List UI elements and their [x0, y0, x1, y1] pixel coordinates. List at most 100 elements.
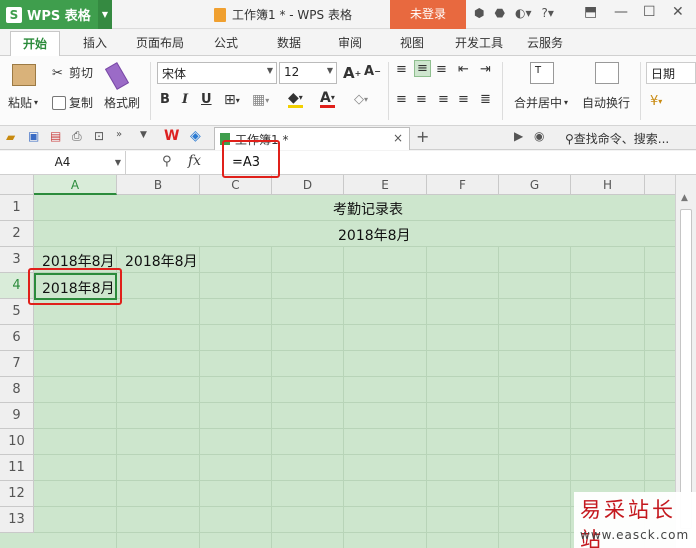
chevron-down-icon[interactable]: ▼ [98, 0, 112, 29]
format-painter-icon[interactable] [104, 62, 130, 90]
fill-color-icon[interactable]: ◆ ▾ [288, 90, 303, 108]
app-menu-button[interactable]: S WPS 表格 ▼ [0, 0, 112, 29]
indent-increase-icon[interactable]: ⇥ [480, 62, 491, 77]
print-preview-icon[interactable]: ⊡ [94, 129, 104, 143]
currency-icon[interactable]: ¥ ▾ [650, 94, 662, 109]
share-icon[interactable]: ◐▾ [515, 6, 532, 20]
column-header-d[interactable]: D [272, 175, 344, 195]
underline-button[interactable]: U [201, 92, 212, 107]
row-header-12[interactable]: 12 [0, 481, 34, 507]
paste-label: 粘贴 [8, 96, 33, 110]
wrap-text-icon[interactable] [595, 62, 619, 84]
merge-center-icon[interactable]: T [530, 62, 554, 84]
row-header-8[interactable]: 8 [0, 377, 34, 403]
minimize-icon[interactable]: — [614, 4, 628, 20]
italic-button[interactable]: I [182, 92, 188, 107]
wrap-text-button[interactable]: 自动换行 [582, 94, 630, 111]
settings-icon[interactable]: ⬣ [494, 6, 504, 20]
font-size-select[interactable]: 12 ▼ [279, 62, 337, 84]
bold-button[interactable]: B [160, 92, 170, 107]
save-icon[interactable]: ▣ [28, 129, 39, 143]
column-header-f[interactable]: F [427, 175, 499, 195]
print-icon[interactable]: ⎙ [72, 129, 82, 144]
restore-window-icon[interactable]: ⬒ [584, 4, 597, 20]
row-header-6[interactable]: 6 [0, 325, 34, 351]
zoom-icon[interactable]: ⚲ [162, 154, 172, 169]
column-header-h[interactable]: H [571, 175, 645, 195]
login-button[interactable]: 未登录 [390, 0, 466, 29]
help-icon[interactable]: ?▾ [541, 6, 553, 20]
name-box[interactable]: A4 ▼ [0, 151, 126, 174]
align-center-icon[interactable]: ≡ [416, 92, 427, 107]
cube-icon[interactable]: ◈ [190, 128, 201, 144]
tab-view[interactable]: 视图 [400, 34, 424, 51]
format-painter-button[interactable]: 格式刷 [104, 94, 140, 111]
column-header-a[interactable]: A [34, 175, 117, 195]
scrollbar-thumb[interactable] [680, 209, 692, 529]
column-header-e[interactable]: E [344, 175, 427, 195]
row-header-11[interactable]: 11 [0, 455, 34, 481]
font-color-icon[interactable]: A ▾ [320, 90, 335, 108]
fill-pattern-icon[interactable]: ▦ ▾ [252, 92, 269, 108]
row-header-10[interactable]: 10 [0, 429, 34, 455]
tab-insert[interactable]: 插入 [83, 34, 107, 51]
select-all-corner[interactable] [0, 175, 34, 195]
open-folder-icon[interactable]: ▰ [6, 130, 15, 144]
skin-icon[interactable]: ⬢ [474, 6, 484, 20]
chevron-down-icon[interactable]: ▼ [140, 130, 147, 140]
new-tab-icon[interactable]: + [416, 127, 429, 146]
align-top-icon[interactable]: ≡ [396, 62, 407, 77]
font-name-select[interactable]: 宋体 ▼ [157, 62, 277, 84]
tab-review[interactable]: 审阅 [338, 34, 362, 51]
row-header-1[interactable]: 1 [0, 195, 34, 221]
row-header-7[interactable]: 7 [0, 351, 34, 377]
align-middle-icon[interactable]: ≡ [414, 60, 431, 77]
tab-home[interactable]: 开始 [10, 31, 60, 56]
distributed-icon[interactable]: ≣ [480, 92, 491, 107]
close-tab-icon[interactable]: × [393, 131, 403, 145]
clear-format-icon[interactable]: ◇ ▾ [354, 92, 368, 107]
column-header-i[interactable] [645, 175, 675, 195]
divider [640, 62, 641, 120]
number-format-value: 日期 [651, 67, 676, 81]
command-search[interactable]: ⚲查找命令、搜索... [565, 130, 669, 147]
tab-page-layout[interactable]: 页面布局 [136, 34, 184, 51]
paste-button[interactable]: 粘贴 ▾ [8, 94, 38, 111]
merge-center-button[interactable]: 合并居中 ▾ [514, 94, 568, 111]
row-header-9[interactable]: 9 [0, 403, 34, 429]
align-bottom-icon[interactable]: ≡ [436, 62, 447, 77]
column-header-b[interactable]: B [117, 175, 200, 195]
cut-button[interactable]: ✂ 剪切 [52, 64, 93, 81]
video-icon[interactable]: ▶ [514, 129, 523, 143]
tab-developer[interactable]: 开发工具 [455, 34, 503, 51]
increase-font-icon[interactable]: A + [343, 64, 361, 82]
export-pdf-icon[interactable]: ▤ [50, 129, 61, 143]
tab-cloud[interactable]: 云服务 [527, 34, 563, 51]
row-header-2[interactable]: 2 [0, 221, 34, 247]
gridline [34, 428, 675, 429]
paste-icon[interactable] [12, 64, 36, 86]
cell-b3[interactable]: 2018年8月 [125, 251, 198, 271]
tab-formulas[interactable]: 公式 [214, 34, 238, 51]
insert-function-icon[interactable]: fx [188, 153, 201, 169]
number-format-select[interactable]: 日期 [646, 62, 696, 84]
column-header-c[interactable]: C [200, 175, 272, 195]
maximize-icon[interactable]: ☐ [643, 4, 656, 20]
align-left-icon[interactable]: ≡ [396, 92, 407, 107]
border-icon[interactable]: ⊞ ▾ [224, 92, 240, 108]
more-icon[interactable]: » [116, 129, 122, 140]
camera-icon[interactable]: ◉ [534, 129, 544, 143]
wps-w-icon[interactable]: W [164, 128, 179, 144]
tab-data[interactable]: 数据 [277, 34, 301, 51]
scroll-up-icon[interactable]: ▲ [681, 193, 688, 203]
close-icon[interactable]: ✕ [672, 4, 684, 20]
column-header-g[interactable]: G [499, 175, 571, 195]
decrease-font-icon[interactable]: A − [364, 64, 381, 79]
justify-icon[interactable]: ≡ [458, 92, 469, 107]
copy-button[interactable]: 复制 [52, 94, 93, 111]
gridline [34, 480, 675, 481]
align-right-icon[interactable]: ≡ [438, 92, 449, 107]
copy-icon [52, 95, 66, 110]
row-header-13[interactable]: 13 [0, 507, 34, 533]
indent-decrease-icon[interactable]: ⇤ [458, 62, 469, 77]
